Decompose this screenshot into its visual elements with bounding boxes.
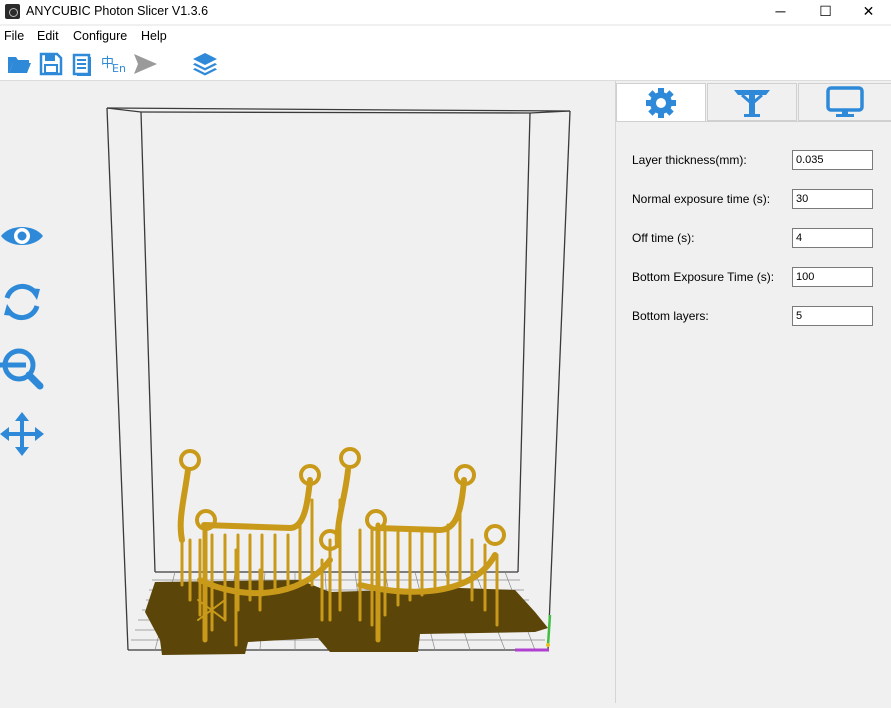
document-icon[interactable] [70, 51, 96, 77]
open-folder-icon[interactable] [6, 51, 32, 77]
tab-monitor[interactable] [798, 83, 891, 121]
eye-icon[interactable] [0, 214, 44, 258]
menu-configure[interactable]: Configure [73, 29, 127, 43]
maximize-button[interactable]: ☐ [803, 0, 848, 24]
bottom-layers-label: Bottom layers: [632, 309, 709, 323]
normal-exposure-input[interactable] [792, 189, 873, 209]
save-icon[interactable] [38, 51, 64, 77]
off-time-label: Off time (s): [632, 231, 695, 245]
panel-tabs [616, 81, 891, 121]
menu-bar: File Edit Configure Help [0, 26, 891, 46]
settings-gear-icon [646, 87, 676, 118]
menu-edit[interactable]: Edit [37, 29, 59, 43]
bottom-layers-input[interactable] [792, 306, 873, 326]
close-button[interactable]: ✕ [846, 0, 891, 24]
bottom-exposure-input[interactable] [792, 267, 873, 287]
off-time-input[interactable] [792, 228, 873, 248]
app-icon [5, 4, 20, 19]
language-icon[interactable]: 中 En [100, 51, 128, 77]
zoom-icon[interactable] [0, 346, 44, 390]
layer-thickness-input[interactable] [792, 150, 873, 170]
tab-settings[interactable] [616, 83, 706, 121]
window-title: ANYCUBIC Photon Slicer V1.3.6 [26, 4, 209, 18]
toolbar: 中 En [0, 46, 891, 81]
layers-icon[interactable] [192, 51, 218, 77]
layer-thickness-label: Layer thickness(mm): [632, 153, 747, 167]
normal-exposure-label: Normal exposure time (s): [632, 192, 771, 206]
menu-help[interactable]: Help [141, 29, 167, 43]
language-glyph-en: En [112, 62, 126, 75]
axis-origin [546, 643, 550, 647]
settings-form: Layer thickness(mm): Normal exposure tim… [616, 121, 891, 704]
monitor-icon [826, 86, 864, 117]
3d-viewport[interactable] [0, 81, 614, 703]
settings-panel: Layer thickness(mm): Normal exposure tim… [615, 81, 891, 704]
build-volume-scene [106, 107, 571, 655]
supports-icon [734, 90, 770, 117]
axis-y-indicator [546, 614, 552, 646]
menu-file[interactable]: File [4, 29, 24, 43]
minimize-button[interactable]: ─ [758, 0, 803, 24]
tab-supports[interactable] [707, 83, 797, 121]
title-bar: ANYCUBIC Photon Slicer V1.3.6 ─ ☐ ✕ [0, 0, 891, 24]
rotate-icon[interactable] [0, 280, 44, 324]
bottom-exposure-label: Bottom Exposure Time (s): [632, 270, 775, 284]
move-icon[interactable] [0, 412, 44, 456]
send-icon[interactable] [132, 51, 158, 77]
